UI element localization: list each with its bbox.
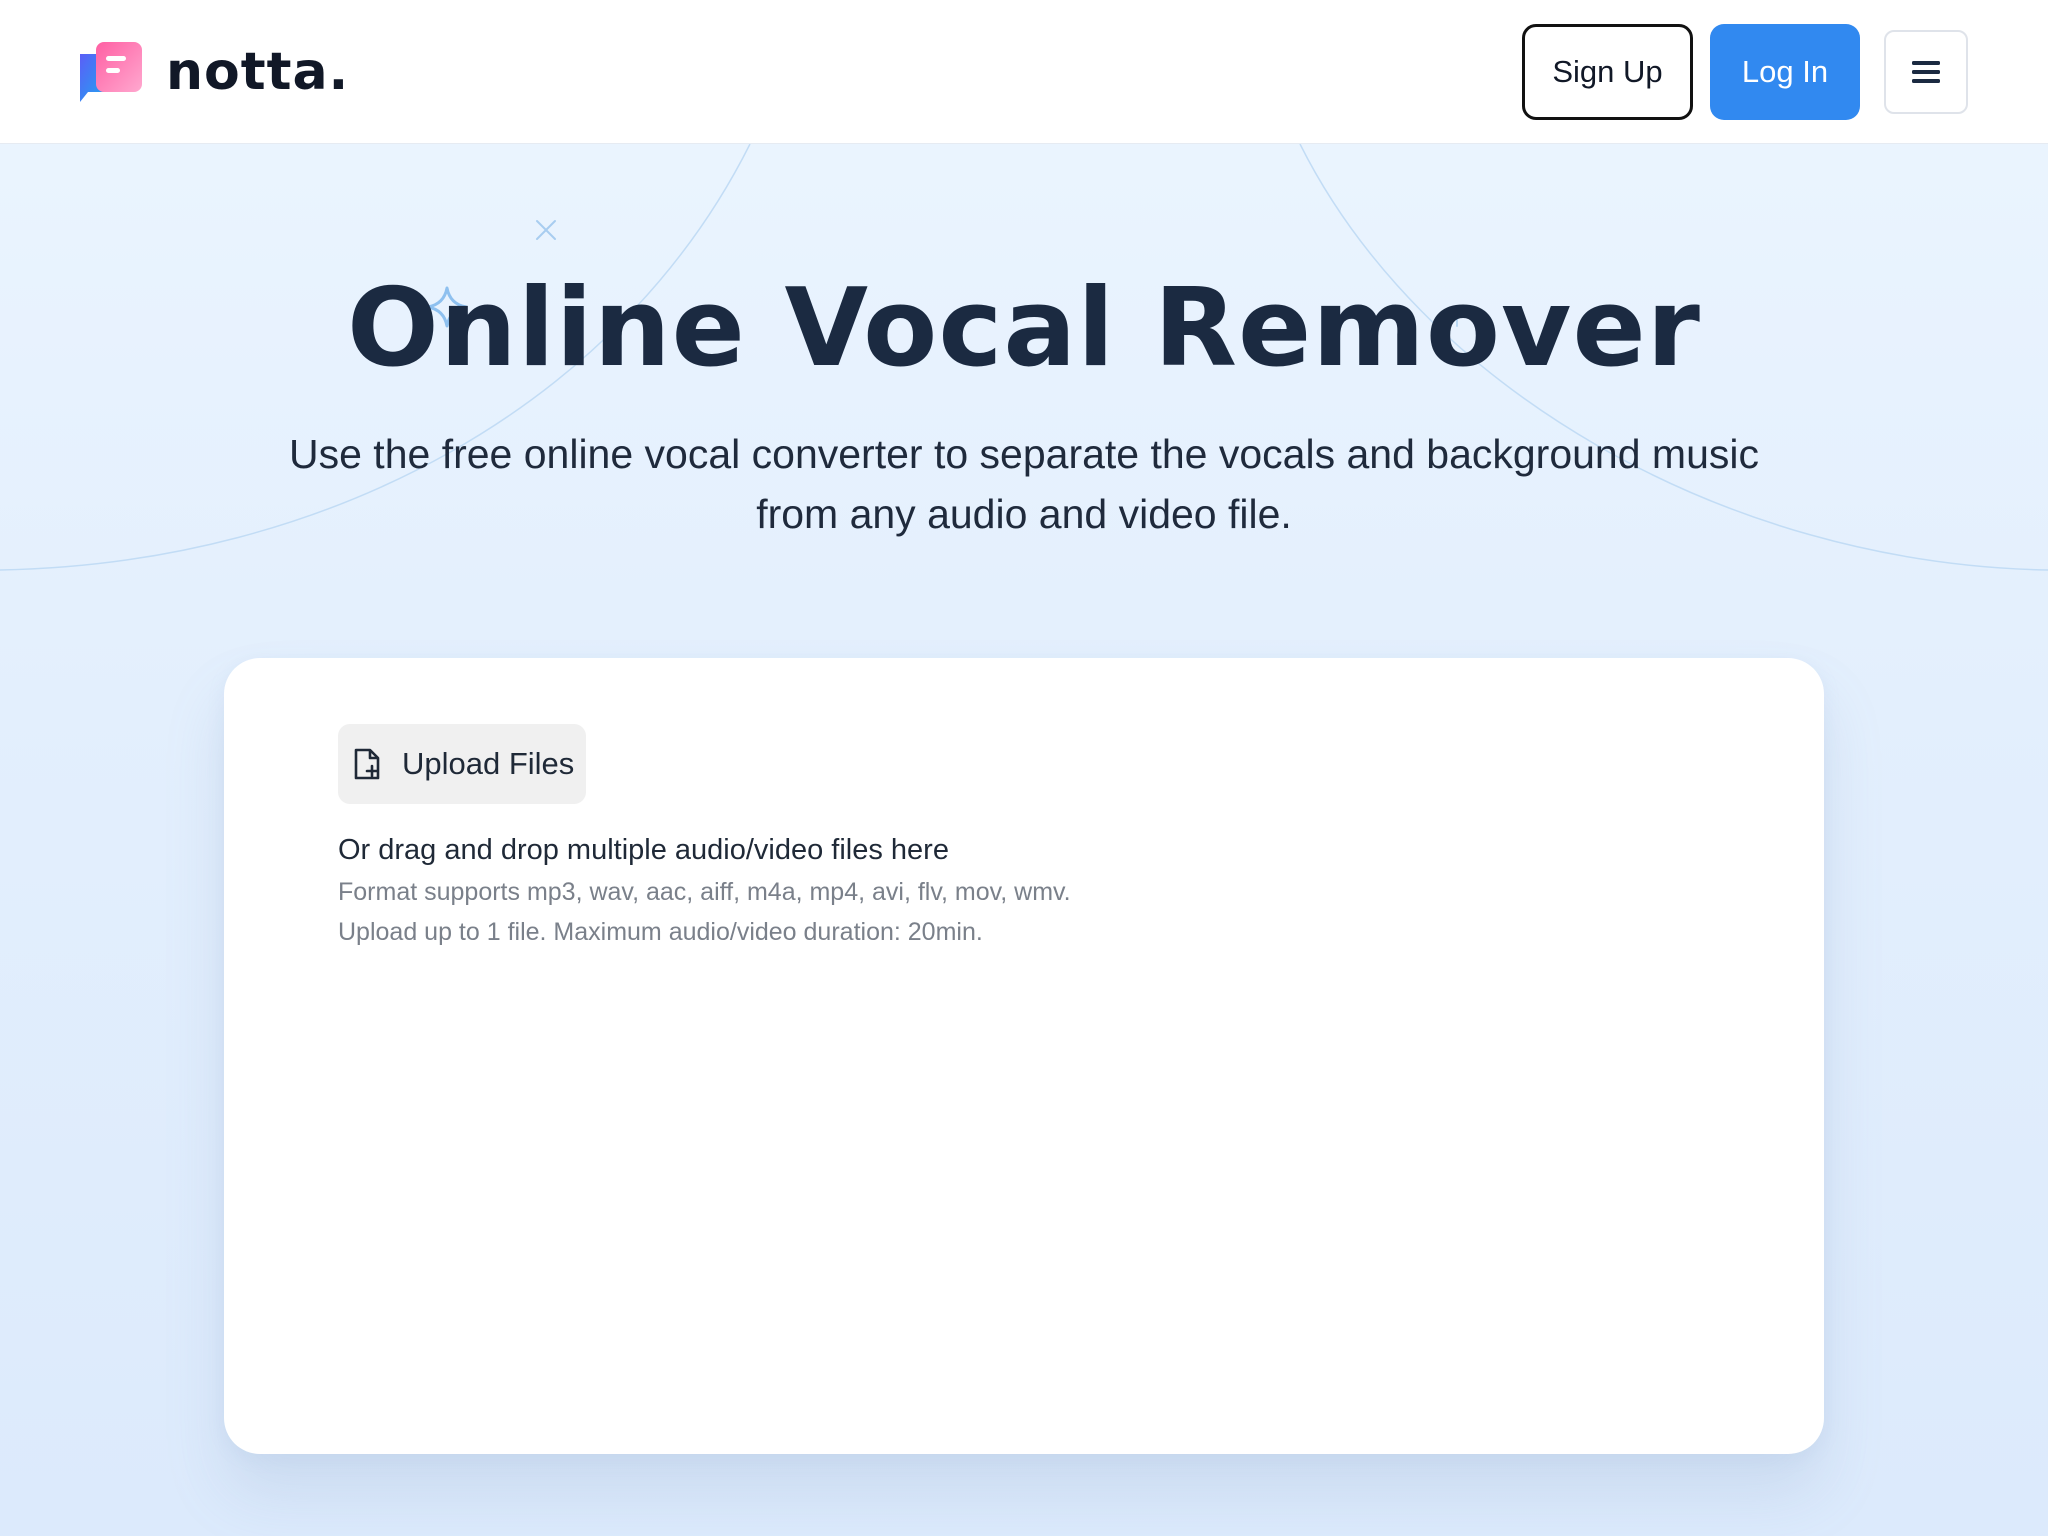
upload-files-label: Upload Files: [402, 746, 575, 781]
drag-drop-instruction: Or drag and drop multiple audio/video fi…: [338, 834, 949, 866]
hamburger-menu-icon: [1912, 61, 1940, 83]
page-subtitle: Use the free online vocal converter to s…: [289, 431, 1759, 537]
upload-dropzone[interactable]: Upload Files Or drag and drop multiple a…: [224, 658, 1824, 1454]
menu-button[interactable]: [1884, 30, 1968, 114]
log-in-button[interactable]: Log In: [1710, 24, 1860, 120]
file-add-icon: [354, 748, 380, 780]
notta-logo-icon: [78, 38, 148, 106]
site-header: notta. Sign Up Log In: [0, 0, 2048, 144]
sparkle-icon: [536, 220, 556, 240]
upload-files-button[interactable]: Upload Files: [338, 724, 586, 804]
notta-logo[interactable]: notta.: [78, 38, 349, 106]
sign-up-button[interactable]: Sign Up: [1522, 24, 1693, 120]
logo-wordmark: notta.: [166, 42, 350, 102]
supported-formats-text: Format supports mp3, wav, aac, aiff, m4a…: [338, 878, 1071, 906]
upload-limit-text: Upload up to 1 file. Maximum audio/video…: [338, 918, 983, 946]
page-title: Online Vocal Remover: [347, 266, 1701, 391]
